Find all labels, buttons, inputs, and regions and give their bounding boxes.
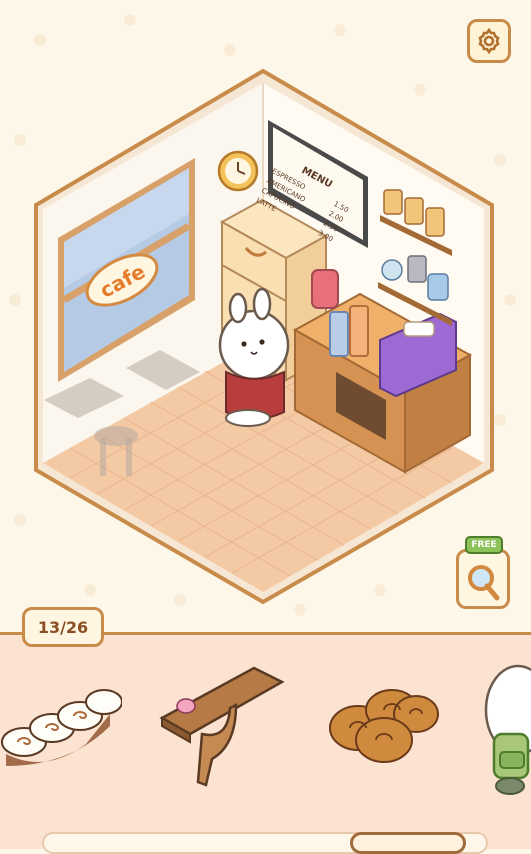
tray-scroll-thumb[interactable] (350, 832, 466, 854)
tray-item-palmier-cookies[interactable] (322, 670, 444, 780)
tray-item-cinnamon-rolls[interactable] (0, 678, 122, 778)
tray-item-bunny-backpack[interactable] (484, 660, 531, 800)
menu-text-layer: MENU ESPRESSO 1.50 AMERICANO 2.00 CAPUCI… (255, 165, 350, 243)
tray-item-wall-shelf[interactable] (158, 662, 288, 792)
